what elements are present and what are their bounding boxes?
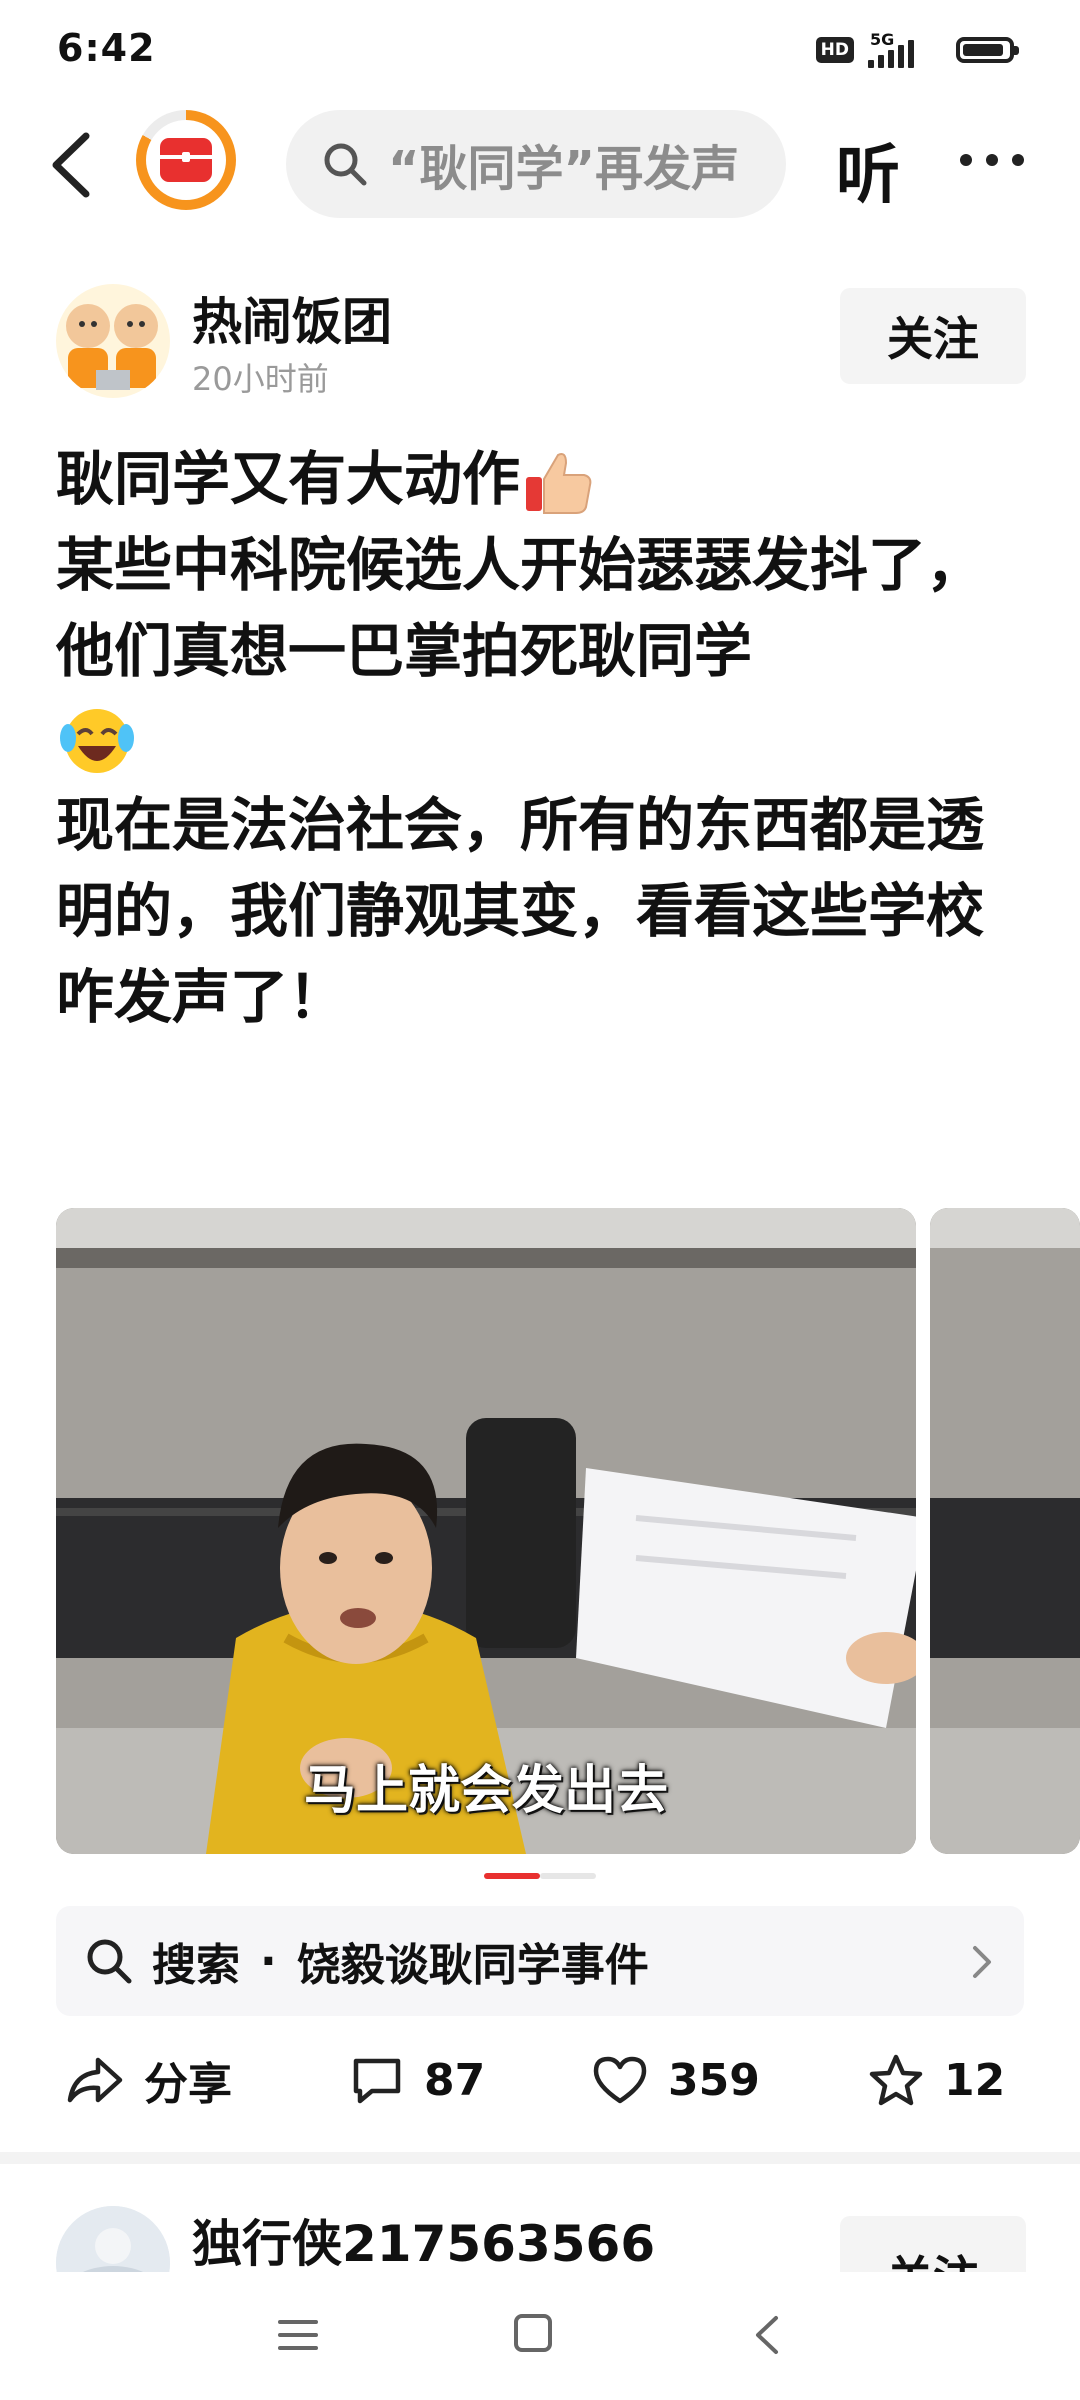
signal-icon: 5G — [868, 30, 942, 70]
share-icon — [67, 2057, 123, 2103]
hd-badge: HD — [815, 37, 854, 63]
heart-icon — [593, 2056, 647, 2104]
carousel-indicator — [484, 1873, 596, 1879]
status-time: 6:42 — [57, 26, 156, 70]
post-image[interactable]: 马上就会发出去 — [56, 1208, 916, 1854]
app-logo-button[interactable] — [136, 110, 236, 210]
post-line-3: 现在是法治社会，所有的东西都是透明的，我们静观其变，看看这些学校咋发声了！ — [56, 782, 1036, 1040]
post-body: 耿同学又有大动作 某些中科院候选人开始瑟瑟发抖了，他们真想一巴掌拍死耿同学 现在… — [56, 436, 1036, 1040]
related-search-separator: · — [260, 1935, 277, 1987]
back-button[interactable] — [42, 120, 102, 210]
related-search-label: 搜索 — [152, 1940, 240, 1991]
status-icons: HD 5G — [815, 30, 1019, 70]
back-icon[interactable] — [752, 2314, 782, 2356]
share-label: 分享 — [144, 2059, 232, 2110]
avatar[interactable] — [56, 284, 170, 398]
image-caption: 马上就会发出去 — [303, 1761, 668, 1821]
search-icon — [87, 1939, 132, 1984]
search-bar[interactable]: “耿同学”再发声 — [286, 110, 786, 218]
comment-button[interactable]: 87 — [350, 2050, 485, 2110]
favorite-button[interactable]: 12 — [868, 2050, 1005, 2110]
listen-button[interactable]: 听 — [836, 124, 900, 216]
post-line-2: 某些中科院候选人开始瑟瑟发抖了，他们真想一巴掌拍死耿同学 — [56, 522, 1036, 782]
post-text-2: 某些中科院候选人开始瑟瑟发抖了，他们真想一巴掌拍死耿同学 — [56, 531, 985, 685]
like-button[interactable]: 359 — [592, 2050, 760, 2110]
search-query: “耿同学”再发声 — [388, 141, 740, 197]
share-button[interactable]: 分享 — [66, 2050, 232, 2110]
more-options-icon[interactable] — [960, 130, 1050, 190]
next-post-author[interactable]: 独行侠217563566 — [192, 2204, 655, 2276]
post-text-1: 耿同学又有大动作 — [56, 445, 521, 513]
post-line-1: 耿同学又有大动作 — [56, 436, 1036, 522]
related-search-bar[interactable]: 搜索 · 饶毅谈耿同学事件 — [56, 1906, 1024, 2016]
battery-icon — [956, 37, 1019, 63]
next-image-preview[interactable] — [930, 1208, 1080, 1854]
feed-divider — [0, 2152, 1080, 2164]
back-arrow-icon — [52, 132, 90, 198]
follow-button[interactable]: 关注 — [840, 288, 1026, 384]
next-post-follow-label: 关注 — [887, 2242, 979, 2272]
menu-icon[interactable] — [278, 2318, 318, 2352]
comment-count: 87 — [424, 2054, 486, 2106]
comment-icon — [353, 2058, 401, 2104]
system-nav-bar — [0, 2272, 1080, 2400]
app-logo-icon — [160, 138, 212, 182]
star-icon — [869, 2054, 923, 2106]
related-search-topic: 饶毅谈耿同学事件 — [296, 1940, 649, 1991]
laughing-crying-icon — [60, 708, 134, 773]
thumbs-up-icon — [526, 452, 592, 514]
post-time: 20小时前 — [192, 360, 329, 398]
author-name[interactable]: 热闹饭团 — [192, 282, 392, 354]
chevron-right-icon — [973, 1946, 991, 1978]
favorite-count: 12 — [944, 2054, 1006, 2106]
like-count: 359 — [668, 2054, 760, 2106]
next-post-follow-button[interactable]: 关注 — [840, 2216, 1026, 2272]
post-text-3: 现在是法治社会，所有的东西都是透明的，我们静观其变，看看这些学校咋发声了！ — [56, 790, 985, 1031]
home-icon[interactable] — [514, 2314, 552, 2352]
search-icon — [324, 143, 367, 186]
